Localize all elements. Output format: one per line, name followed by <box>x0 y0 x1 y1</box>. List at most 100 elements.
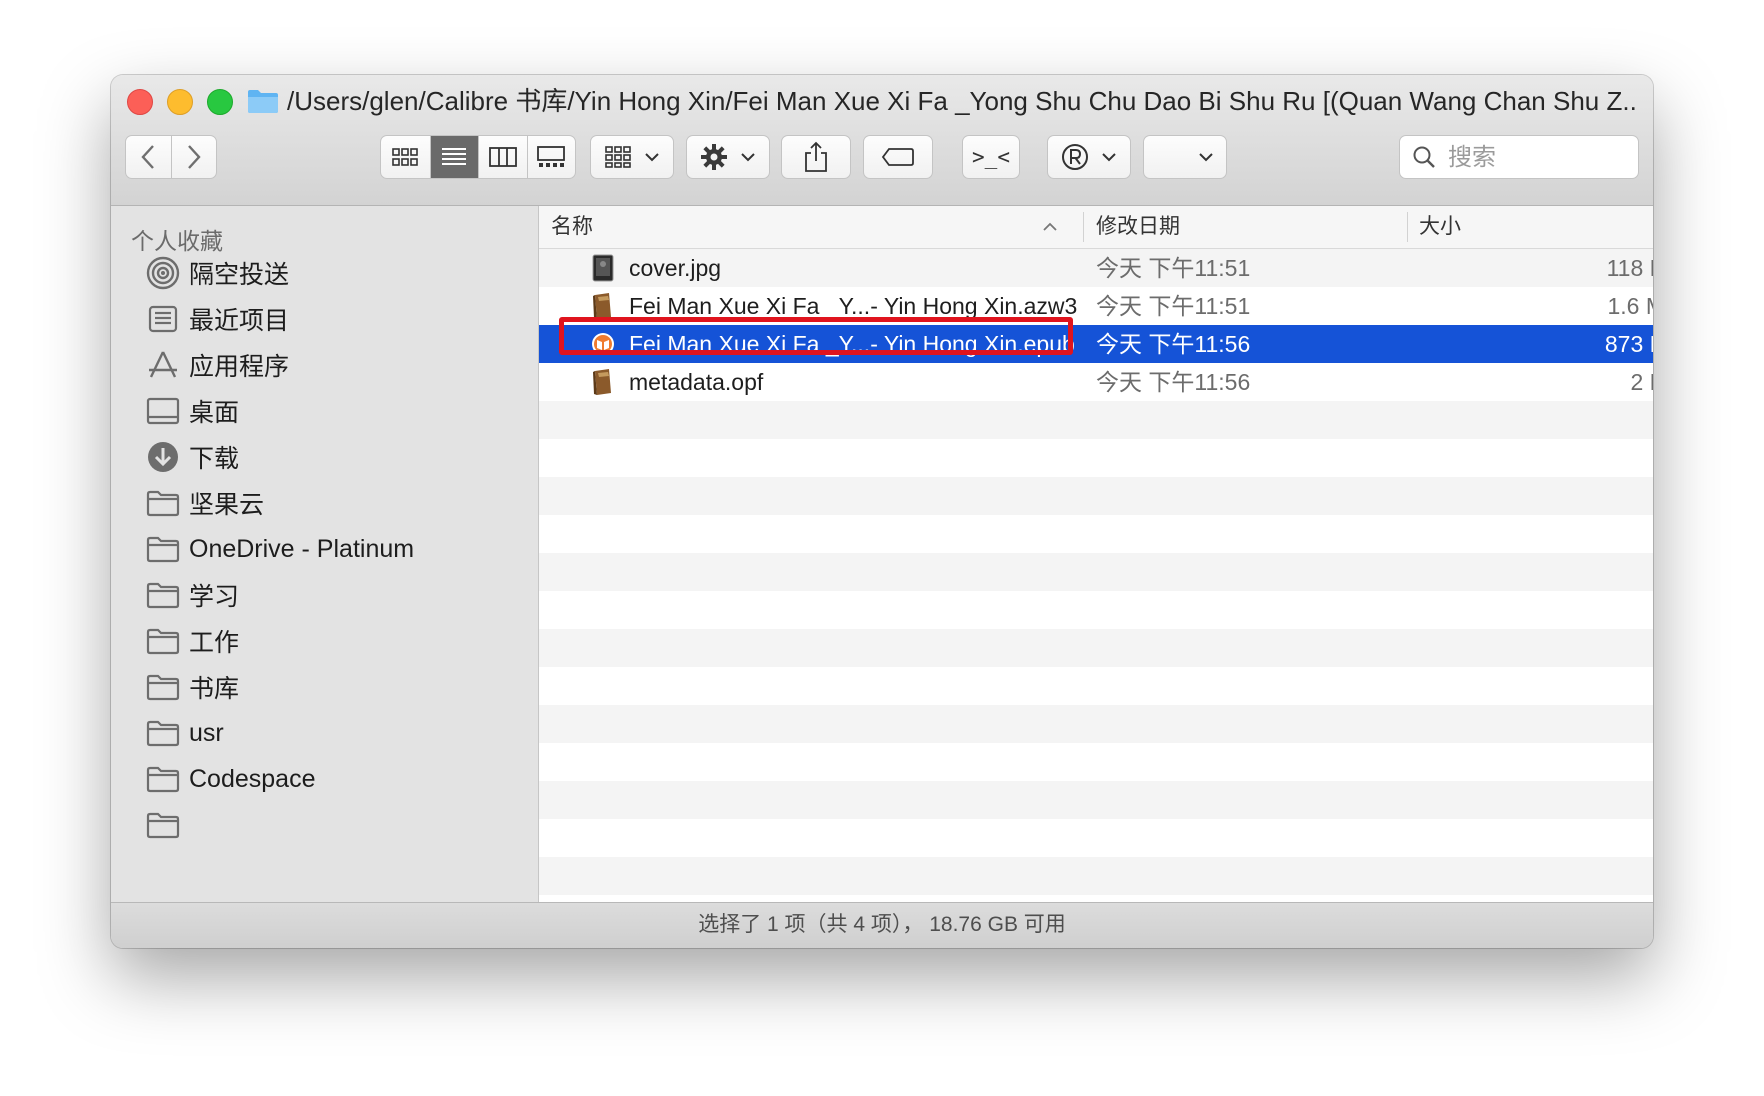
file-size: 118 K <box>1606 255 1653 281</box>
sidebar: 个人收藏 隔空投送 最近项目 应用程序 桌面 下载 坚果云 OneDrive -… <box>111 206 539 902</box>
sidebar-item-usr[interactable]: usr <box>145 710 525 756</box>
share-button[interactable] <box>781 135 851 179</box>
file-row[interactable]: metadata.opf 今天 下午11:56 2 K <box>539 363 1653 401</box>
column-view-button[interactable] <box>478 136 527 178</box>
zoom-window-button[interactable] <box>207 89 233 115</box>
sidebar-item-study[interactable]: 学习 <box>145 572 525 618</box>
column-divider[interactable] <box>1083 212 1084 242</box>
file-modified: 今天 下午11:51 <box>1096 293 1251 319</box>
toolbar: /Users/glen/Calibre 书库/Yin Hong Xin/Fei … <box>111 75 1653 206</box>
column-header-modified-label: 修改日期 <box>1096 215 1180 238</box>
list-view-button[interactable] <box>429 136 478 178</box>
sidebar-item-applications[interactable]: 应用程序 <box>145 342 525 388</box>
gallery-view-icon <box>537 146 566 167</box>
action-button[interactable] <box>686 135 770 179</box>
column-header-modified[interactable]: 修改日期 <box>1096 206 1396 248</box>
image-file-icon <box>592 254 614 282</box>
chevron-down-icon <box>741 153 755 162</box>
tag-icon <box>881 148 914 166</box>
sidebar-item-downloads[interactable]: 下载 <box>145 434 525 480</box>
window-path-title: /Users/glen/Calibre 书库/Yin Hong Xin/Fei … <box>287 86 1637 116</box>
group-by-button[interactable] <box>590 135 674 179</box>
book-file-icon <box>593 369 611 395</box>
sidebar-item-label: 下载 <box>189 445 240 473</box>
file-size: 873 K <box>1604 331 1653 357</box>
empty-row <box>539 629 1653 667</box>
chevron-down-icon <box>645 153 659 162</box>
file-modified: 今天 下午11:56 <box>1096 331 1251 357</box>
gear-icon <box>701 144 727 170</box>
recents-icon <box>145 301 181 337</box>
folder-icon <box>145 761 181 797</box>
minimize-window-button[interactable] <box>167 89 193 115</box>
sidebar-item-label: usr <box>189 718 224 747</box>
file-size: 1.6 M <box>1607 293 1653 319</box>
forward-button[interactable] <box>170 136 216 178</box>
group-icon <box>605 146 631 168</box>
sidebar-item-label: Codespace <box>189 764 316 793</box>
sidebar-item-jianguoyun[interactable]: 坚果云 <box>145 480 525 526</box>
search-input[interactable] <box>1446 140 1630 176</box>
sort-ascending-icon <box>1043 222 1057 231</box>
back-button[interactable] <box>126 136 171 178</box>
file-row[interactable]: Fei Man Xue Xi Fa _Y...- Yin Hong Xin.az… <box>539 287 1653 325</box>
file-modified: 今天 下午11:51 <box>1096 255 1251 281</box>
column-divider[interactable] <box>1407 212 1408 242</box>
list-header: 名称 修改日期 大小 <box>539 206 1653 249</box>
folder-icon <box>145 715 181 751</box>
tags-button[interactable] <box>863 135 933 179</box>
sidebar-item-airdrop[interactable]: 隔空投送 <box>145 250 525 296</box>
folder-icon <box>145 807 181 843</box>
folder-icon <box>145 485 181 521</box>
folder-icon <box>248 90 278 113</box>
finder-window: /Users/glen/Calibre 书库/Yin Hong Xin/Fei … <box>111 75 1653 948</box>
column-header-size-label: 大小 <box>1419 215 1461 238</box>
airdrop-icon <box>145 255 181 291</box>
empty-row <box>539 705 1653 743</box>
sidebar-item-library[interactable]: 书库 <box>145 664 525 710</box>
sidebar-item-work[interactable]: 工作 <box>145 618 525 664</box>
search-icon <box>1413 146 1435 168</box>
extension-menu-button[interactable] <box>1047 135 1131 179</box>
column-header-name[interactable]: 名称 <box>551 206 1071 248</box>
empty-row <box>539 857 1653 895</box>
chevron-right-icon <box>188 145 201 169</box>
view-mode-control <box>380 135 576 179</box>
file-row-selected[interactable]: Fei Man Xue Xi Fa _Y...- Yin Hong Xin.ep… <box>539 325 1653 363</box>
sidebar-item-label: 坚果云 <box>189 491 265 519</box>
empty-row <box>539 553 1653 591</box>
sidebar-item-onedrive[interactable]: OneDrive - Platinum <box>145 526 525 572</box>
chevron-down-icon <box>1199 153 1213 162</box>
sidebar-item-recents[interactable]: 最近项目 <box>145 296 525 342</box>
share-icon <box>805 141 827 172</box>
file-name: Fei Man Xue Xi Fa _Y...- Yin Hong Xin.ep… <box>629 331 1075 357</box>
sidebar-item-clipped[interactable] <box>145 802 525 848</box>
file-row[interactable]: cover.jpg 今天 下午11:51 118 K <box>539 249 1653 287</box>
sidebar-item-label: 学习 <box>189 583 240 611</box>
file-name: Fei Man Xue Xi Fa _Y...- Yin Hong Xin.az… <box>629 293 1078 319</box>
folder-icon <box>145 577 181 613</box>
sidebar-item-label: 书库 <box>189 675 240 703</box>
close-window-button[interactable] <box>127 89 153 115</box>
search-field[interactable] <box>1399 135 1639 179</box>
gallery-view-button[interactable] <box>526 136 576 178</box>
sidebar-item-codespace[interactable]: Codespace <box>145 756 525 802</box>
sidebar-item-desktop[interactable]: 桌面 <box>145 388 525 434</box>
sidebar-item-label: 隔空投送 <box>189 261 290 289</box>
desktop-icon <box>145 393 181 429</box>
navigation-group <box>125 135 217 179</box>
file-size: 2 K <box>1630 369 1653 395</box>
file-list: 名称 修改日期 大小 cover.jpg 今天 下午11:51 118 K Fe… <box>539 206 1653 902</box>
downloads-icon <box>145 439 181 475</box>
applications-icon <box>145 347 181 383</box>
terminal-button[interactable]: >_< <box>962 135 1020 179</box>
book-file-icon <box>593 293 611 319</box>
column-header-size[interactable]: 大小 <box>1419 206 1619 248</box>
file-name: metadata.opf <box>629 369 764 395</box>
sidebar-item-label: OneDrive - Platinum <box>189 534 415 563</box>
epub-file-icon <box>592 333 614 355</box>
icon-view-button[interactable] <box>381 136 430 178</box>
extra-dropdown-button[interactable] <box>1143 135 1227 179</box>
chevron-down-icon <box>1102 153 1116 162</box>
chevron-left-icon <box>141 145 155 169</box>
